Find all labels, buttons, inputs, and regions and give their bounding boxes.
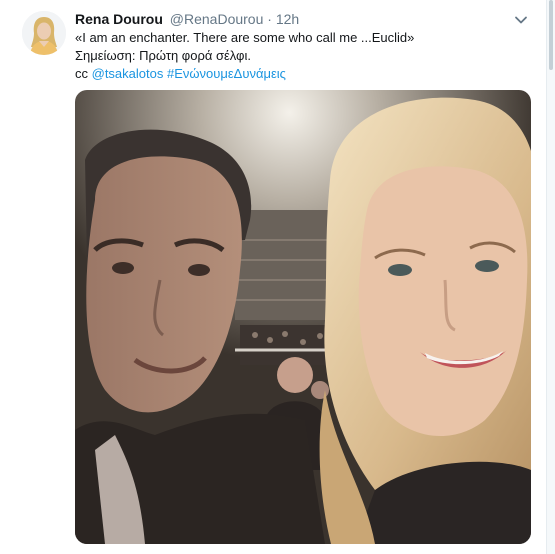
- mention-link[interactable]: @tsakalotos: [92, 66, 164, 81]
- selfie-photo[interactable]: [75, 90, 531, 544]
- hashtag-link[interactable]: #ΕνώνουμεΔυνάμεις: [167, 66, 286, 81]
- tweet-text-line-2: Σημείωση: Πρώτη φορά σέλφι.: [75, 48, 251, 63]
- tweet-card[interactable]: Rena Dourou @RenaDourou · 12h «I am an e…: [0, 0, 547, 554]
- photo-image: [75, 90, 531, 544]
- scrollbar-thumb[interactable]: [549, 0, 553, 70]
- avatar-image: [22, 11, 66, 55]
- tweet-text-line-1: «I am an enchanter. There are some who c…: [75, 30, 415, 45]
- tweet-header: Rena Dourou @RenaDourou · 12h: [75, 10, 299, 28]
- author-handle[interactable]: @RenaDourou: [170, 11, 264, 27]
- scrollbar-track[interactable]: [547, 0, 555, 554]
- tweet-text: «I am an enchanter. There are some who c…: [75, 29, 414, 83]
- chevron-down-icon[interactable]: [513, 12, 529, 28]
- profile-avatar[interactable]: [22, 11, 66, 55]
- author-name[interactable]: Rena Dourou: [75, 11, 163, 27]
- cc-prefix: cc: [75, 66, 88, 81]
- tweet-text-line-3: cc @tsakalotos #ΕνώνουμεΔυνάμεις: [75, 65, 414, 83]
- separator-dot: ·: [267, 11, 272, 27]
- tweet-timestamp[interactable]: 12h: [276, 11, 299, 27]
